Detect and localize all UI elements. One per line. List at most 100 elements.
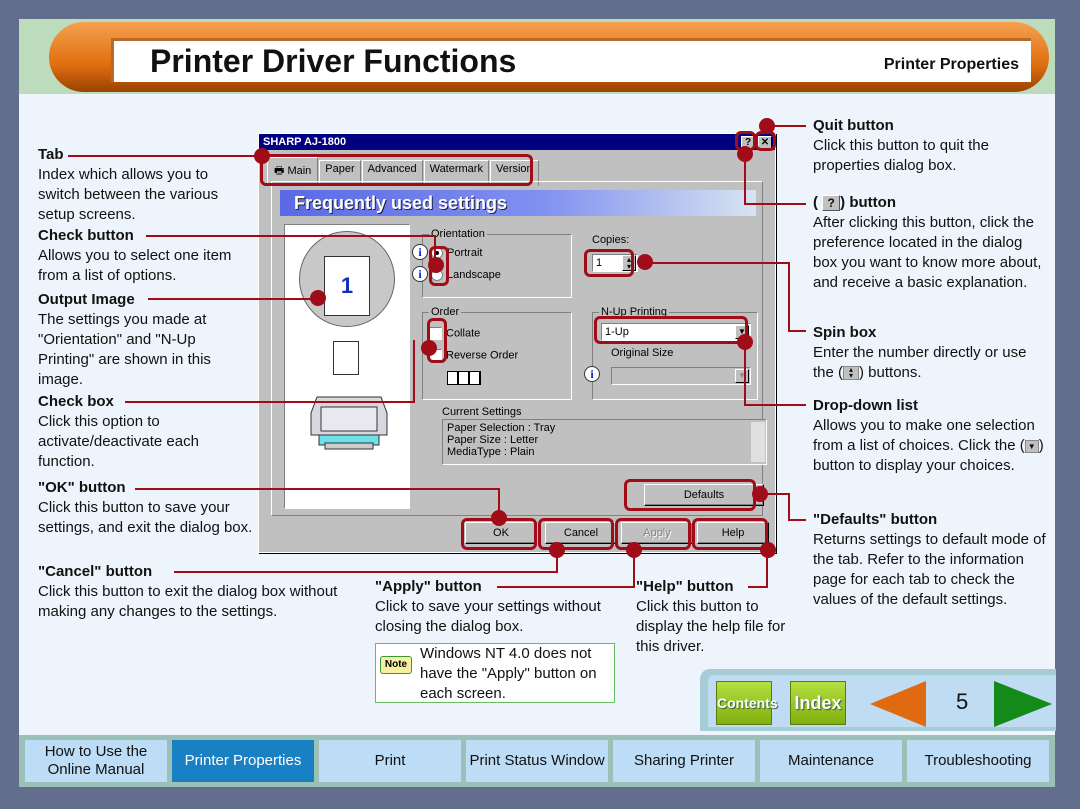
annotation-spin-box: Spin box Enter the number directly or us… (813, 323, 1048, 383)
header: Printer Driver Functions Printer Propert… (19, 19, 1055, 94)
page-navigation-inner: Contents Index 5 (708, 675, 1056, 727)
nav-sharing-printer[interactable]: Sharing Printer (613, 740, 755, 782)
annotation-body: Click to save your settings without clos… (375, 598, 601, 635)
leader-dot (737, 146, 753, 162)
original-size-label: Original Size (611, 347, 674, 359)
dialog-titlebar: SHARP AJ-1800 ? ✕ (259, 134, 775, 150)
leader-dot (752, 486, 768, 502)
highlight-help-button (692, 518, 768, 550)
scrollbar[interactable] (751, 422, 765, 462)
info-icon[interactable]: i (412, 266, 428, 282)
annotation-body: Click this option to activate/deactivate… (38, 413, 199, 470)
option-label: Landscape (447, 269, 501, 281)
annotation-body: Enter the number directly or use the (▴ ▾… (813, 343, 1048, 383)
annotation-title: "Defaults" button (813, 511, 938, 528)
settings-line: Paper Size : Letter (447, 434, 539, 446)
leader-dot (759, 118, 775, 134)
dropdown-arrow-icon[interactable]: ▼ (735, 369, 749, 383)
preview-circle: 1 (299, 231, 395, 327)
order-pages-icon (447, 371, 481, 385)
nav-troubleshooting[interactable]: Troubleshooting (907, 740, 1049, 782)
annotation-title: ( ?) button (813, 193, 1048, 213)
leader-dot (491, 510, 507, 526)
option-label: Portrait (447, 247, 483, 259)
info-icon[interactable]: i (412, 244, 428, 260)
bottom-navigation: How to Use the Online Manual Printer Pro… (19, 735, 1055, 787)
nav-print[interactable]: Print (319, 740, 461, 782)
leader-line (745, 203, 806, 205)
original-size-dropdown[interactable]: ▼ (611, 367, 751, 385)
annotation-body: The settings you made at "Orientation" a… (38, 311, 211, 388)
highlight-spin (584, 249, 634, 277)
annotation-question-button: ( ?) button After clicking this button, … (813, 193, 1048, 293)
annotation-body: Allows you to select one item from a lis… (38, 247, 232, 284)
help-icon: ? (822, 195, 841, 211)
index-button[interactable]: Index (790, 681, 846, 725)
nav-how-to-use[interactable]: How to Use the Online Manual (25, 740, 167, 782)
leader-line (413, 340, 415, 403)
annotation-title: Output Image (38, 291, 135, 308)
nav-print-status-window[interactable]: Print Status Window (466, 740, 608, 782)
nav-printer-properties[interactable]: Printer Properties (172, 740, 314, 782)
page-navigation: Contents Index 5 (700, 669, 1056, 731)
annotation-check-box: Check box Click this option to activate/… (38, 392, 253, 472)
annotation-title: Spin box (813, 324, 877, 341)
header-inner: Printer Driver Functions Printer Propert… (111, 38, 1031, 82)
leader-dot (637, 254, 653, 270)
annotation-dropdown: Drop-down list Allows you to make one se… (813, 396, 1053, 476)
text: ) buttons. (859, 364, 922, 381)
page-preview: 1 (324, 256, 370, 316)
leader-line (135, 488, 500, 490)
paren: ( (813, 194, 818, 211)
current-settings-list: Paper Selection : Tray Paper Size : Lett… (442, 419, 767, 465)
annotation-body: Click this button to exit the dialog box… (38, 583, 338, 620)
highlight-tabs (260, 154, 533, 186)
annotation-defaults-button: "Defaults" button Returns settings to de… (813, 510, 1048, 610)
annotation-body: Returns settings to default mode of the … (813, 531, 1046, 608)
annotation-output-image: Output Image The settings you made at "O… (38, 290, 253, 390)
leader-dot (737, 334, 753, 350)
leader-dot (310, 290, 326, 306)
annotation-body: Click this button to quit the properties… (813, 137, 989, 174)
leader-line (650, 262, 790, 264)
tab-panel: Frequently used settings 1 Orientation P… (271, 181, 767, 516)
annotation-title: Drop-down list (813, 397, 918, 414)
text: Allows you to make one selection from a … (813, 417, 1035, 454)
annotation-body: Allows you to make one selection from a … (813, 416, 1053, 476)
note-text: Windows NT 4.0 does not have the "Apply"… (420, 645, 597, 702)
section-title: Printer Properties (883, 56, 1019, 73)
next-page-icon[interactable] (992, 681, 1054, 727)
annotation-ok-button: "OK" button Click this button to save yo… (38, 478, 253, 538)
annotation-body: Click this button to save your settings,… (38, 499, 253, 536)
leader-line (788, 262, 790, 332)
highlight-close (755, 131, 776, 151)
page-title: Printer Driver Functions (150, 43, 517, 79)
document-icon (333, 341, 359, 375)
group-label: Order (429, 306, 462, 318)
highlight-defaults (624, 479, 756, 511)
option-label: Collate (446, 327, 481, 340)
leader-dot (428, 257, 444, 273)
annotation-body: Click this button to display the help fi… (636, 598, 786, 655)
annotation-title: Quit button (813, 117, 894, 134)
settings-line: MediaType : Plain (447, 446, 535, 458)
annotation-body: Index which allows you to switch between… (38, 166, 219, 223)
note-box: Note Windows NT 4.0 does not have the "A… (375, 643, 615, 703)
dropdown-arrow-icon: ▼ (1024, 439, 1039, 453)
group-label: Orientation (429, 228, 487, 240)
current-settings-label: Current Settings (442, 406, 522, 418)
previous-page-icon[interactable] (870, 681, 928, 727)
leader-dot (421, 340, 437, 356)
copies-label: Copies: (592, 234, 630, 246)
annotation-tab: Tab Index which allows you to switch bet… (38, 145, 253, 225)
info-icon[interactable]: i (584, 366, 600, 382)
dialog-title: SHARP AJ-1800 (263, 136, 347, 148)
leader-line (148, 298, 318, 300)
output-image: 1 (284, 224, 410, 509)
leader-line (125, 401, 415, 403)
spin-icon: ▴ ▾ (843, 366, 860, 381)
annotation-help-button: "Help" button Click this button to displ… (636, 577, 786, 657)
contents-button[interactable]: Contents (716, 681, 778, 725)
leader-dot (254, 148, 270, 164)
nav-maintenance[interactable]: Maintenance (760, 740, 902, 782)
